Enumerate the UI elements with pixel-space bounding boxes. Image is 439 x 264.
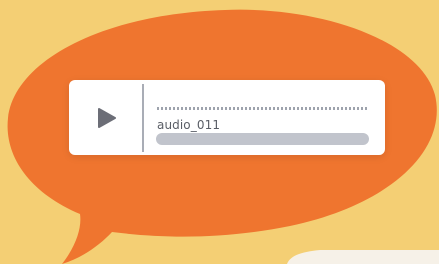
audio-player: audio_011 xyxy=(69,80,385,155)
play-icon xyxy=(97,107,116,128)
progress-track[interactable] xyxy=(156,133,369,145)
waveform xyxy=(157,107,369,110)
corner-shape xyxy=(287,250,439,264)
audio-filename: audio_011 xyxy=(157,118,221,132)
play-button[interactable] xyxy=(69,80,142,155)
divider xyxy=(142,84,144,152)
